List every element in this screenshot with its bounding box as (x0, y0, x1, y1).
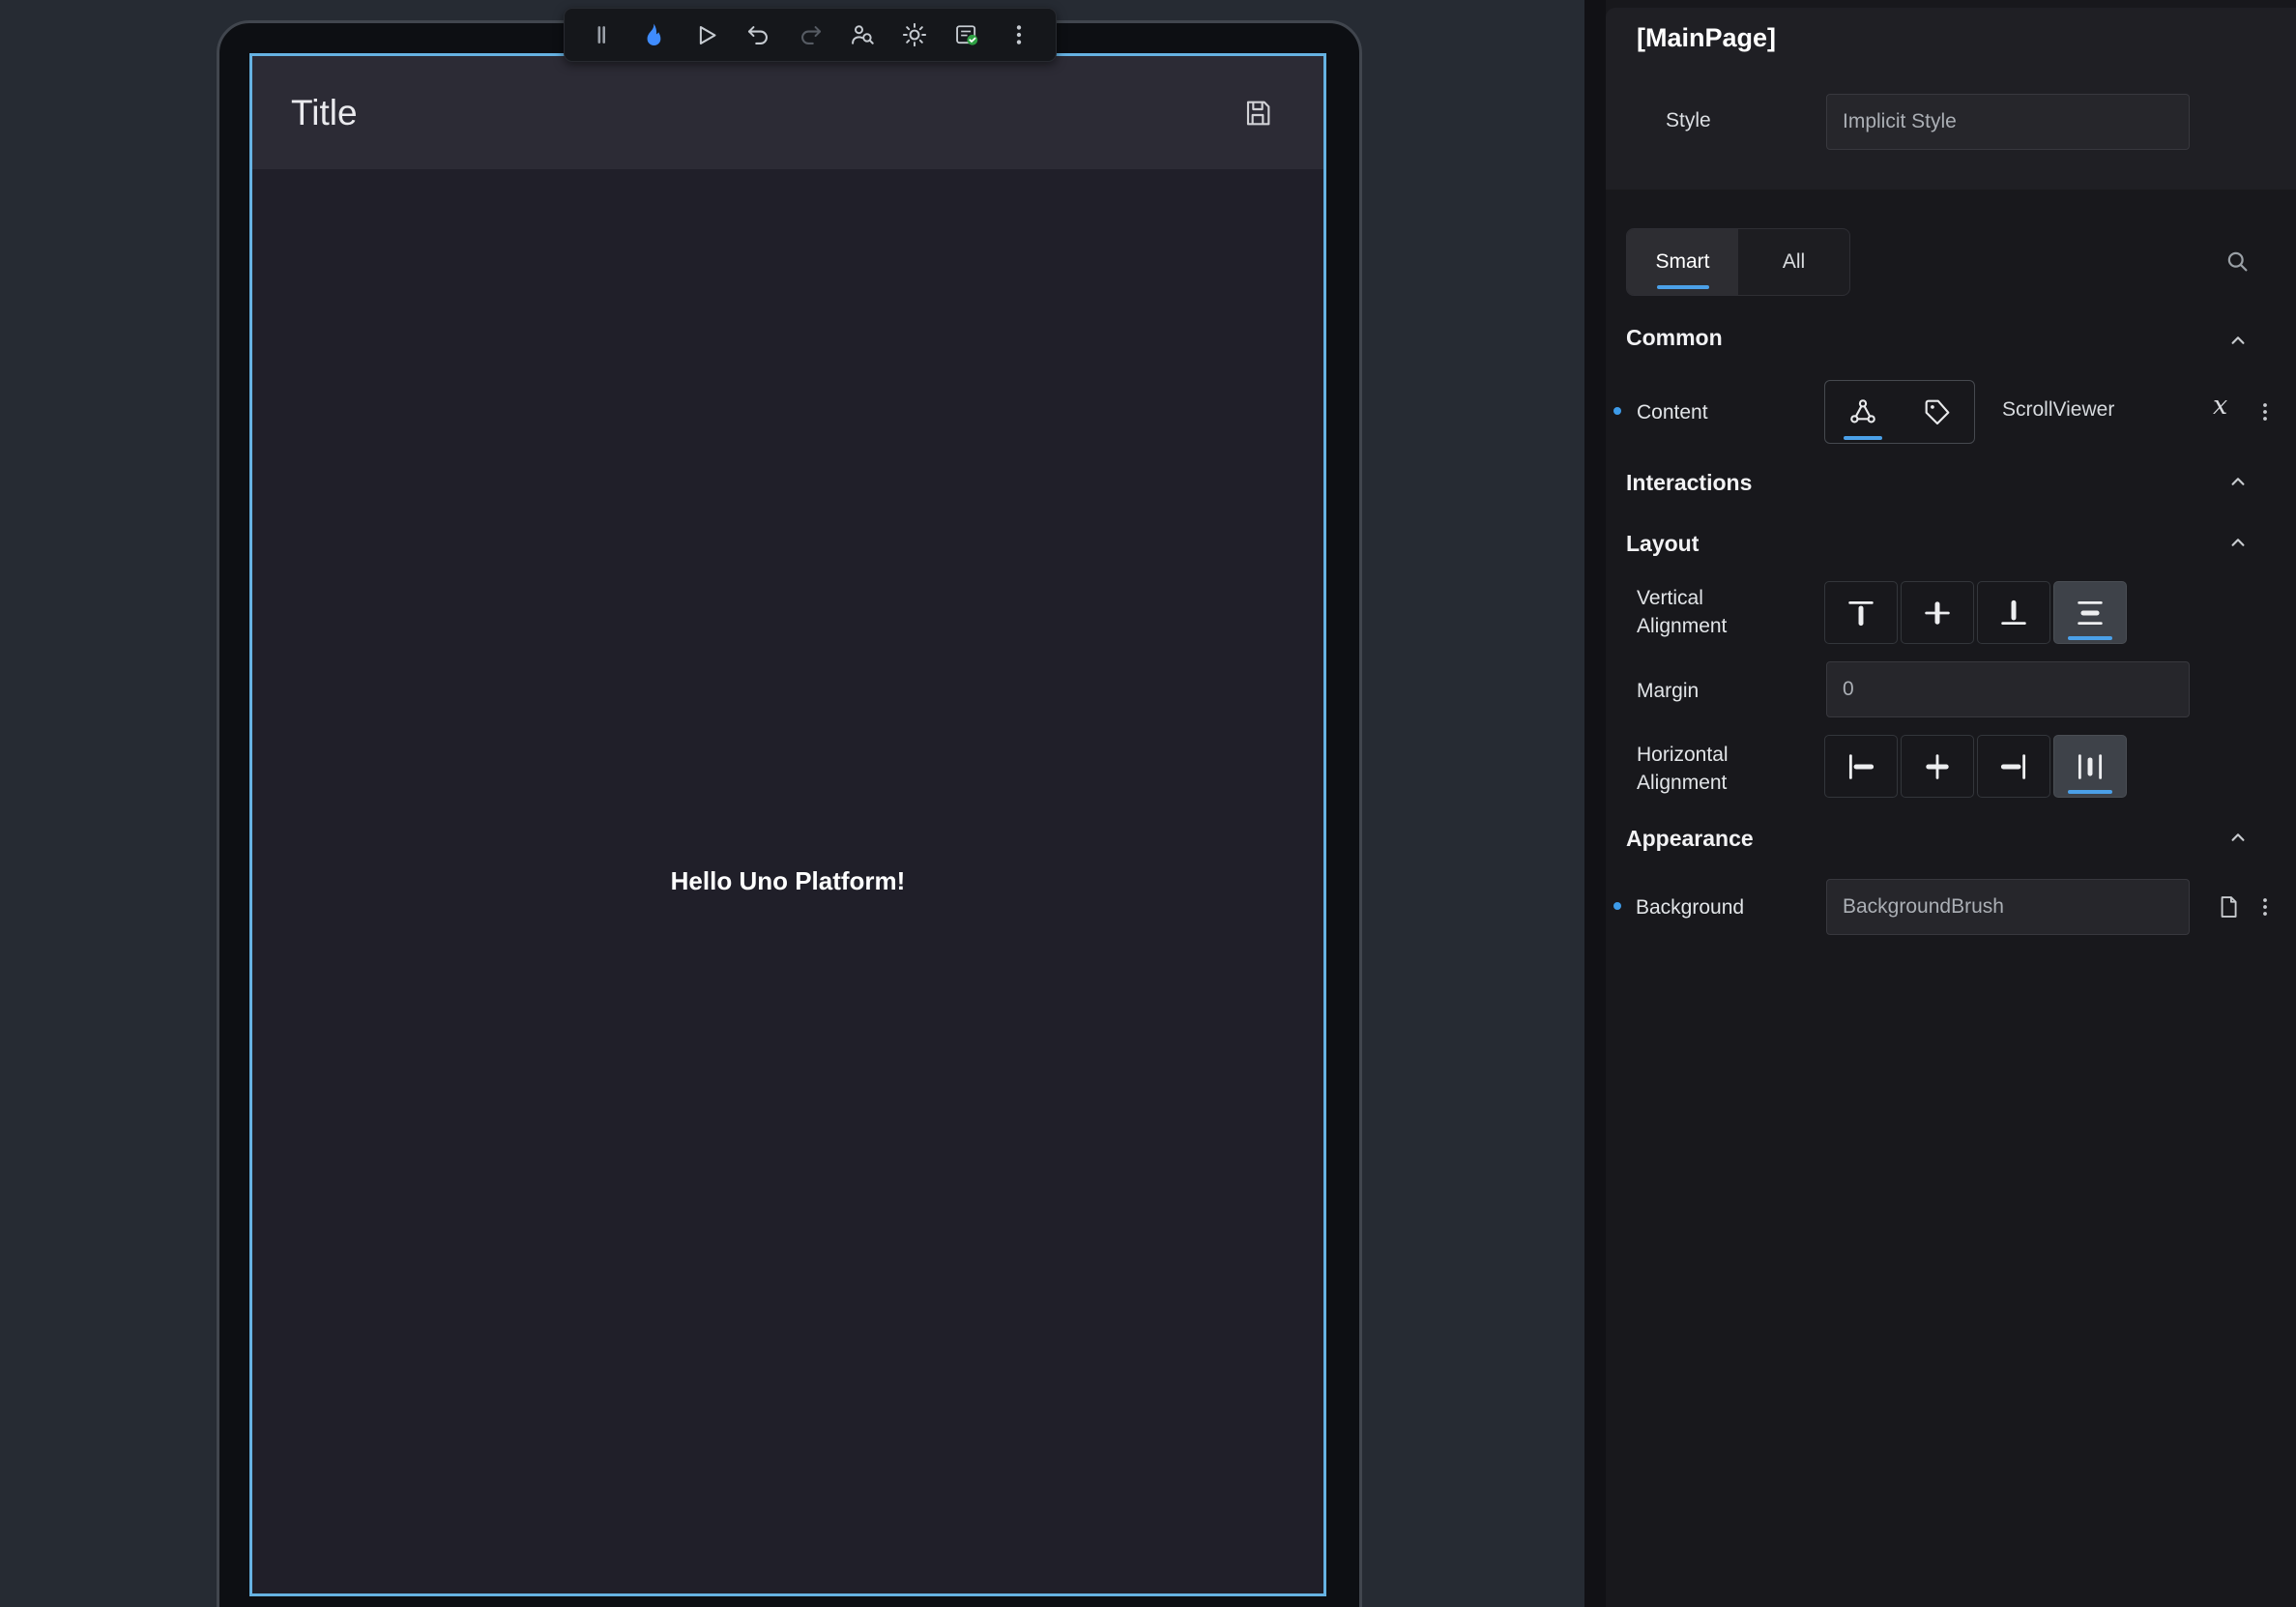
align-left-icon (1845, 750, 1877, 783)
task-list-button[interactable] (945, 14, 988, 56)
selected-element-title: [MainPage] (1637, 23, 1776, 53)
greeting-text: Hello Uno Platform! (671, 866, 906, 896)
content-more-button[interactable] (2246, 393, 2284, 431)
halign-selected-underline (2068, 790, 2112, 794)
hot-design-toolbar (564, 8, 1057, 62)
valign-stretch-button[interactable] (2053, 581, 2127, 644)
chevron-up-icon (2225, 825, 2251, 850)
collapse-appearance-button[interactable] (2219, 818, 2257, 857)
resource-page-icon (2215, 893, 2242, 920)
valign-top-button[interactable] (1824, 581, 1898, 644)
halign-left-button[interactable] (1824, 735, 1898, 798)
kebab-icon (1006, 22, 1032, 47)
play-button[interactable] (684, 14, 727, 56)
background-label: Background (1636, 893, 1744, 921)
halign-stretch-button[interactable] (2053, 735, 2127, 798)
valign-center-button[interactable] (1901, 581, 1974, 644)
content-label: Content (1637, 398, 1708, 426)
app-title: Title (291, 93, 358, 133)
theme-toggle-button[interactable] (893, 14, 936, 56)
tab-active-underline (1657, 285, 1709, 289)
chevron-up-icon (2225, 328, 2251, 353)
tab-all[interactable]: All (1738, 229, 1849, 295)
valign-bottom-button[interactable] (1977, 581, 2050, 644)
vertical-alignment-group (1824, 581, 2127, 644)
content-value: ScrollViewer (2002, 398, 2114, 422)
search-properties-button[interactable] (2218, 242, 2256, 280)
design-canvas: Title Hello Uno Platform! (0, 0, 1584, 1607)
section-common: Common (1626, 325, 1723, 351)
play-icon (693, 22, 719, 48)
chevron-up-icon (2225, 530, 2251, 555)
tab-smart-label: Smart (1655, 250, 1709, 274)
vertical-alignment-label: Vertical Alignment (1637, 584, 1772, 640)
content-editor-switch (1824, 380, 1975, 444)
app-content: Hello Uno Platform! (252, 169, 1323, 1593)
person-search-icon (849, 21, 876, 48)
content-tag-button[interactable] (1900, 381, 1974, 443)
align-top-icon (1845, 597, 1877, 629)
halign-center-button[interactable] (1901, 735, 1974, 798)
app-header-bar: Title (252, 56, 1323, 169)
hot-reload-button[interactable] (632, 14, 675, 56)
halign-right-button[interactable] (1977, 735, 2050, 798)
checklist-check-icon (953, 21, 980, 48)
tab-all-label: All (1783, 250, 1805, 274)
property-tabs: Smart All (1626, 228, 1850, 296)
background-input[interactable] (1826, 879, 2190, 935)
section-appearance: Appearance (1626, 826, 1754, 852)
align-center-horizontal-icon (1921, 750, 1954, 783)
margin-input[interactable] (1826, 661, 2190, 717)
kebab-icon (2253, 895, 2277, 919)
molecule-icon (1847, 396, 1878, 427)
toolbar-more-button[interactable] (998, 14, 1040, 56)
undo-icon (745, 22, 771, 48)
app-root-selection[interactable]: Title Hello Uno Platform! (249, 53, 1326, 1596)
collapse-layout-button[interactable] (2219, 523, 2257, 562)
sun-icon (901, 21, 928, 48)
toolbar-drag-handle[interactable] (580, 14, 623, 56)
element-inspector-button[interactable] (841, 14, 884, 56)
margin-label: Margin (1637, 677, 1699, 705)
undo-button[interactable] (737, 14, 779, 56)
device-frame: Title Hello Uno Platform! (217, 20, 1362, 1607)
horizontal-alignment-group (1824, 735, 2127, 798)
redo-icon (798, 22, 824, 48)
content-modified-dot (1613, 407, 1621, 415)
collapse-interactions-button[interactable] (2219, 462, 2257, 501)
save-icon[interactable] (1242, 98, 1273, 129)
section-layout: Layout (1626, 531, 1699, 557)
background-resource-button[interactable] (2209, 888, 2248, 926)
content-visual-tree-button[interactable] (1825, 381, 1900, 443)
style-label: Style (1666, 109, 1711, 132)
content-switch-underline (1844, 436, 1882, 440)
search-icon (2223, 247, 2252, 276)
drag-handle-icon (589, 22, 614, 47)
collapse-common-button[interactable] (2219, 321, 2257, 360)
align-right-icon (1997, 750, 2030, 783)
background-more-button[interactable] (2246, 888, 2284, 926)
binding-x-icon[interactable]: x (2213, 391, 2227, 421)
redo-button[interactable] (789, 14, 831, 56)
properties-panel: [MainPage] Style Smart All Common Conten… (1584, 0, 2296, 1607)
horizontal-alignment-label: Horizontal Alignment (1637, 741, 1782, 797)
valign-selected-underline (2068, 636, 2112, 640)
align-stretch-vertical-icon (2074, 597, 2107, 629)
section-interactions: Interactions (1626, 470, 1752, 496)
align-stretch-horizontal-icon (2074, 750, 2107, 783)
tag-icon (1922, 396, 1953, 427)
flame-icon (640, 21, 667, 48)
tab-smart[interactable]: Smart (1627, 229, 1738, 295)
align-center-vertical-icon (1921, 597, 1954, 629)
align-bottom-icon (1997, 597, 2030, 629)
style-input[interactable] (1826, 94, 2190, 150)
background-modified-dot (1613, 902, 1621, 910)
kebab-icon (2253, 400, 2277, 424)
selected-element-card: [MainPage] Style (1606, 8, 2296, 190)
chevron-up-icon (2225, 469, 2251, 494)
